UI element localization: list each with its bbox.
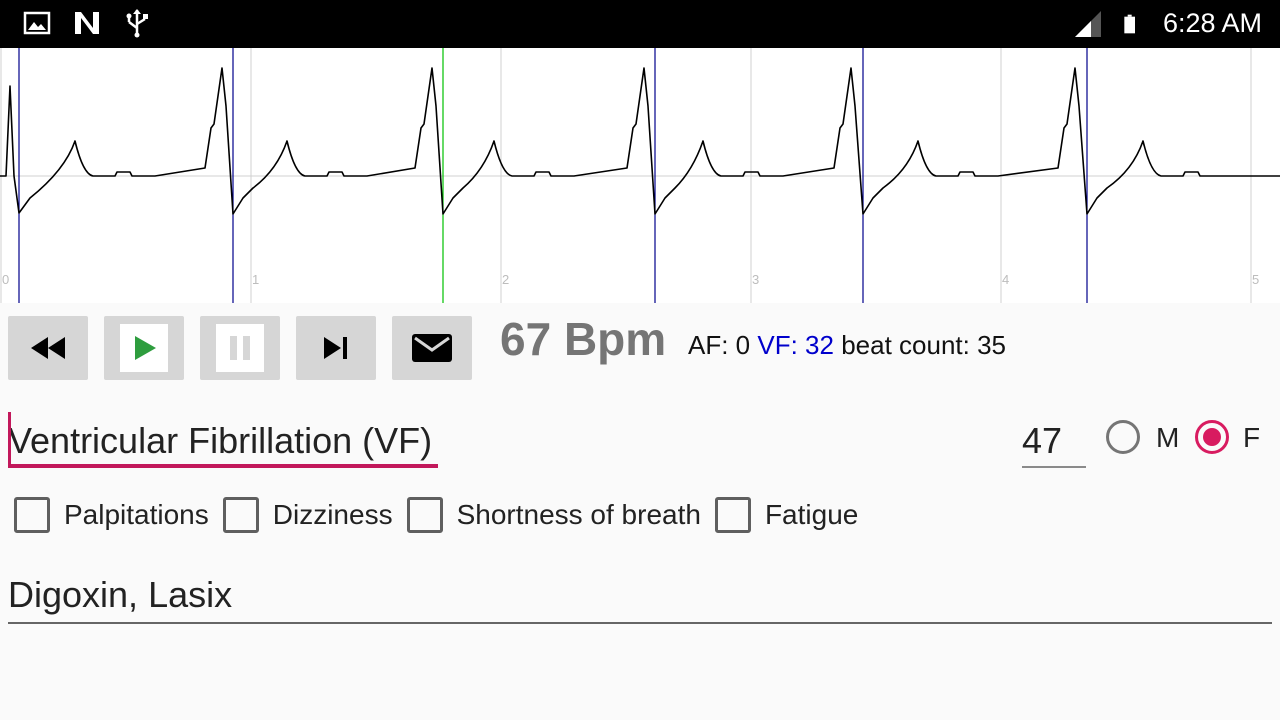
beat-count: beat count: 35 xyxy=(841,330,1007,360)
n-icon xyxy=(75,12,99,34)
gender-label-f: F xyxy=(1243,422,1261,453)
palpitations-checkbox[interactable] xyxy=(14,497,50,533)
gender-label-m: M xyxy=(1156,422,1180,453)
medications-value: Digoxin, Lasix xyxy=(8,574,233,615)
status-left-icons xyxy=(22,8,152,38)
gender-radio-f[interactable] xyxy=(1195,420,1229,454)
pause-button[interactable] xyxy=(200,316,280,380)
diagnosis-field[interactable]: Ventricular Fibrillation (VF) xyxy=(8,412,438,468)
ecg-axis-label: 3 xyxy=(752,272,759,287)
image-icon xyxy=(23,11,51,35)
text-cursor xyxy=(8,412,11,466)
skip-next-button[interactable] xyxy=(296,316,376,380)
usb-icon xyxy=(126,9,148,38)
playback-controls xyxy=(8,316,472,380)
ecg-trace xyxy=(0,67,1280,215)
palpitations-label: Palpitations xyxy=(64,499,209,530)
signal-icon xyxy=(1074,10,1101,37)
rewind-icon xyxy=(31,337,65,359)
ecg-strip[interactable]: 0 1 2 3 4 5 xyxy=(0,48,1280,303)
vf-count: VF: 32 xyxy=(757,330,834,360)
symptom-checkboxes: Palpitations Dizziness Shortness of brea… xyxy=(14,497,872,533)
symptom-dizziness[interactable]: Dizziness xyxy=(222,497,393,533)
email-icon xyxy=(412,334,452,362)
ecg-grid xyxy=(0,48,1280,303)
ecg-axis-label: 2 xyxy=(502,272,509,287)
fatigue-label: Fatigue xyxy=(764,499,859,530)
dizziness-checkbox[interactable] xyxy=(222,497,259,533)
af-count: AF: 0 xyxy=(688,330,751,360)
play-icon xyxy=(135,336,156,360)
rhythm-stats: AF: 0 VF: 32 beat count: 35 xyxy=(688,330,1006,361)
medications-field[interactable]: Digoxin, Lasix xyxy=(8,572,1272,624)
dizziness-label: Dizziness xyxy=(272,499,393,530)
rewind-button[interactable] xyxy=(8,316,88,380)
fatigue-checkbox[interactable] xyxy=(714,497,751,533)
status-right-icons: 6:28 AM xyxy=(1073,8,1262,39)
ecg-axis-label: 0 xyxy=(2,272,9,287)
shortness-of-breath-checkbox[interactable] xyxy=(406,497,443,533)
diagnosis-underline xyxy=(8,464,438,468)
age-field[interactable]: 47 xyxy=(1022,416,1086,468)
age-value: 47 xyxy=(1022,420,1063,461)
play-button-face xyxy=(120,324,168,372)
pause-button-face xyxy=(216,324,264,372)
status-time: 6:28 AM xyxy=(1162,8,1262,38)
symptom-shortness-of-breath[interactable]: Shortness of breath xyxy=(406,497,701,533)
shortness-of-breath-label: Shortness of breath xyxy=(456,499,701,530)
ecg-axis-label: 1 xyxy=(252,272,259,287)
ecg-chart: 0 1 2 3 4 5 xyxy=(0,48,1280,303)
ecg-axis-label: 5 xyxy=(1252,272,1259,287)
status-bar: 6:28 AM xyxy=(0,0,1280,48)
gender-radio-m[interactable] xyxy=(1106,420,1140,454)
bpm-readout: 67 Bpm xyxy=(500,313,667,365)
symptom-palpitations[interactable]: Palpitations xyxy=(14,497,209,533)
skip-next-icon xyxy=(324,337,347,359)
email-button[interactable] xyxy=(392,316,472,380)
ecg-axis-labels: 0 1 2 3 4 5 xyxy=(2,272,1259,287)
ecg-axis-label: 4 xyxy=(1002,272,1009,287)
diagnosis-value: Ventricular Fibrillation (VF) xyxy=(8,420,433,461)
play-button[interactable] xyxy=(104,316,184,380)
battery-icon xyxy=(1124,14,1135,33)
symptom-fatigue[interactable]: Fatigue xyxy=(714,497,859,533)
pause-icon xyxy=(230,336,250,360)
